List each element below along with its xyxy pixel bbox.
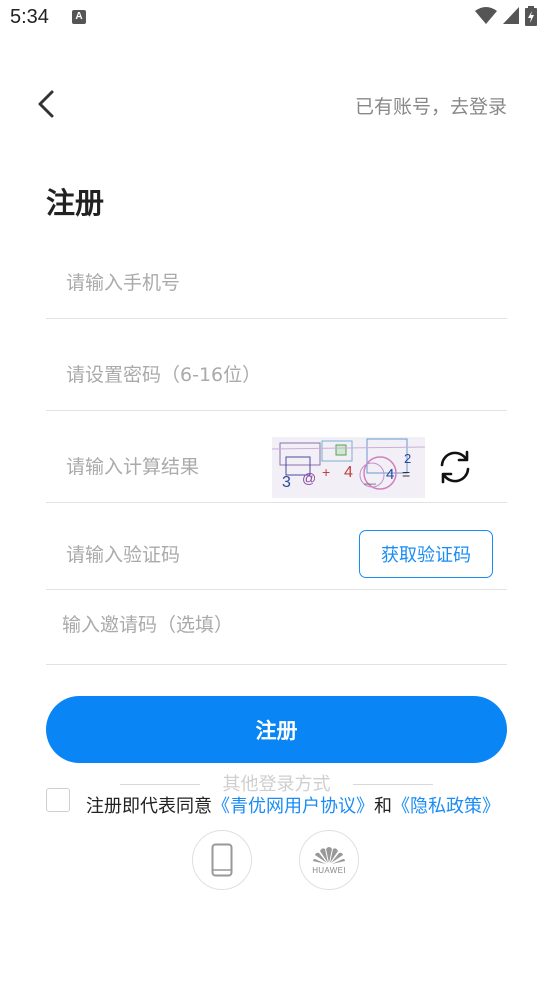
svg-text:=: = bbox=[402, 466, 410, 482]
status-time: 5:34 bbox=[10, 6, 49, 28]
register-button[interactable]: 注册 bbox=[46, 696, 507, 763]
svg-text:2: 2 bbox=[404, 451, 411, 466]
huawei-login-button[interactable]: HUAWEI bbox=[299, 830, 359, 890]
svg-text:@: @ bbox=[302, 470, 316, 486]
svg-text:4: 4 bbox=[386, 466, 394, 483]
invite-code-input[interactable] bbox=[62, 614, 482, 636]
svg-text:—: — bbox=[364, 476, 376, 490]
svg-text:+: + bbox=[322, 464, 330, 480]
captcha-refresh-button[interactable] bbox=[436, 448, 474, 486]
phone-icon bbox=[211, 843, 233, 877]
refresh-icon bbox=[440, 450, 470, 484]
captcha-image[interactable]: 3 @ + 4 — 4 2 = bbox=[272, 437, 425, 498]
divider-right bbox=[353, 784, 433, 785]
phone-field-row bbox=[46, 250, 507, 319]
page-title: 注册 bbox=[46, 186, 105, 220]
wifi-icon bbox=[475, 7, 497, 24]
battery-icon bbox=[525, 6, 537, 26]
phone-login-button[interactable] bbox=[192, 830, 252, 890]
privacy-policy-link[interactable]: 《隐私政策》 bbox=[392, 796, 500, 817]
phone-input[interactable] bbox=[66, 272, 486, 294]
svg-text:3: 3 bbox=[282, 474, 291, 491]
agreement-and: 和 bbox=[374, 796, 392, 817]
signal-icon bbox=[503, 7, 519, 24]
sms-code-input[interactable] bbox=[66, 544, 346, 566]
status-icons bbox=[475, 6, 537, 26]
divider-left bbox=[120, 784, 200, 785]
notification-icon: A bbox=[72, 10, 86, 24]
svg-text:4: 4 bbox=[344, 464, 353, 481]
captcha-answer-input[interactable] bbox=[66, 456, 266, 478]
chevron-left-icon bbox=[38, 90, 54, 118]
invite-field-row bbox=[46, 596, 507, 665]
back-button[interactable] bbox=[30, 86, 62, 122]
login-link[interactable]: 已有账号，去登录 bbox=[355, 92, 507, 119]
agreement-prefix: 注册即代表同意 bbox=[86, 796, 212, 817]
huawei-icon bbox=[313, 847, 345, 864]
user-agreement-link[interactable]: 《青优网用户协议》 bbox=[212, 796, 374, 817]
agreement-text: 注册即代表同意《青优网用户协议》和《隐私政策》 bbox=[86, 788, 511, 826]
password-field-row bbox=[46, 342, 507, 411]
huawei-label: HUAWEI bbox=[312, 866, 346, 875]
password-input[interactable] bbox=[66, 364, 486, 386]
agreement-checkbox[interactable] bbox=[46, 788, 70, 812]
get-code-button[interactable]: 获取验证码 bbox=[359, 530, 493, 578]
